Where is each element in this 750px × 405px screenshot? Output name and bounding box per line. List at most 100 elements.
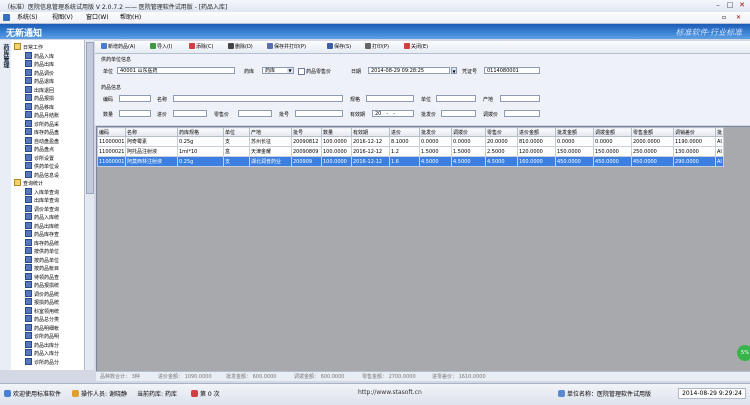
calendar-dropdown-icon[interactable]: ▼ — [451, 67, 457, 74]
tree-item[interactable]: 药品报损 — [25, 94, 54, 102]
tree-item[interactable]: 自动盘盈盘 — [25, 136, 59, 145]
column-header[interactable]: 批 — [715, 127, 724, 137]
table-cell[interactable]: 100.0000 — [321, 156, 352, 167]
column-header[interactable]: 名称 — [125, 127, 178, 137]
toolbar-button-5[interactable]: 保存(S) — [327, 43, 351, 51]
tree-item[interactable]: 科室领用统 — [25, 306, 59, 315]
tree-item[interactable]: 药品出库分 — [25, 340, 59, 349]
qty-field[interactable] — [119, 110, 151, 117]
tree-item[interactable]: 药品退库 — [25, 77, 54, 85]
table-cell[interactable]: 20090812 — [291, 136, 322, 147]
column-header[interactable]: 产地 — [249, 127, 292, 137]
column-header[interactable]: 批发金额 — [555, 127, 594, 137]
tree-item[interactable]: 诊所设置 — [25, 153, 54, 162]
tree-item[interactable]: 按药品单位 — [25, 255, 59, 264]
tree-item[interactable]: 待领药品查 — [25, 272, 59, 281]
tree-scrollbar[interactable] — [84, 40, 94, 370]
tree-item[interactable]: 调价药品统 — [25, 289, 59, 298]
table-cell[interactable]: 810.0000 — [517, 136, 556, 147]
tree-folder[interactable]: 日常工作 — [14, 43, 43, 51]
tree-item[interactable]: 诊所药品分 — [25, 357, 59, 366]
tree-item[interactable]: 药品总分类 — [25, 315, 59, 323]
table-cell[interactable]: 1.2 — [389, 146, 420, 157]
column-header[interactable]: 有效期 — [351, 127, 390, 137]
tree-item[interactable]: 调价单查询 — [25, 204, 59, 213]
table-cell[interactable]: 0.0000 — [451, 136, 486, 147]
table-row[interactable]: 11000001 阿莫西林注射液 0.25g 支湖北润普药业 200909 100.000… — [97, 156, 724, 167]
tree-item[interactable]: 入库单查询 — [25, 187, 59, 196]
table-cell[interactable]: 1ml*10 — [177, 146, 224, 157]
tree-item[interactable]: 库存药品盘 — [25, 128, 59, 136]
tree-item[interactable]: 报损药品统 — [25, 298, 59, 306]
table-cell[interactable]: 100.0000 — [321, 146, 352, 157]
toolbar-button-0[interactable]: 新增药品(A) — [101, 43, 135, 51]
table-cell[interactable]: 支 — [223, 156, 250, 167]
voucher-field[interactable]: 0114080001 — [484, 67, 540, 74]
tree-item[interactable]: 诊所药品采 — [25, 119, 59, 128]
close-child-button[interactable]: ✕ — [736, 13, 741, 22]
tree-item[interactable]: 药品盘点 — [25, 145, 54, 153]
tree-folder[interactable]: 查询统计 — [14, 179, 43, 187]
status-url[interactable]: http://www.stasoft.cn — [358, 389, 422, 396]
transfer-field[interactable] — [504, 110, 540, 117]
tree-item[interactable]: 出库单查询 — [25, 196, 59, 204]
table-cell[interactable]: 阿奇霉素 — [125, 136, 178, 147]
table-cell[interactable]: 阿莫西林注射液 — [125, 156, 178, 167]
table-cell[interactable]: 2.5000 — [485, 146, 518, 157]
batch-field[interactable] — [295, 110, 343, 117]
drug-unit-field[interactable] — [436, 95, 476, 102]
table-cell[interactable]: 盒 — [223, 146, 250, 157]
minimize-button[interactable]: – — [712, 1, 724, 10]
retail-price-field[interactable] — [238, 110, 272, 117]
tree-item[interactable]: 供药单位设 — [25, 162, 59, 170]
table-cell[interactable]: 11000001 — [97, 156, 126, 167]
menu-view[interactable]: 视图(V) — [52, 13, 73, 22]
table-cell[interactable]: 11000021 — [97, 146, 126, 157]
table-cell[interactable]: 250.0000 — [631, 146, 674, 157]
column-header[interactable]: 药库规格 — [177, 127, 224, 137]
column-header[interactable]: 单位 — [223, 127, 250, 137]
column-header[interactable]: 调拨金额 — [593, 127, 632, 137]
table-cell[interactable]: 阿托品注射液 — [125, 146, 178, 157]
date-field[interactable]: 2014-08-29 09:28:25 — [368, 67, 450, 74]
tree-item[interactable]: 药品信息设 — [25, 170, 59, 179]
table-cell[interactable]: 0.25g — [177, 156, 224, 167]
supplier-unit-field[interactable]: 40001 山东医药 — [117, 67, 235, 74]
tree-item[interactable]: 药品移库 — [25, 102, 54, 111]
table-cell[interactable]: 4.5000 — [419, 156, 452, 167]
table-cell[interactable]: 120.0000 — [517, 146, 556, 157]
menu-window[interactable]: 窗口(W) — [86, 13, 109, 22]
column-header[interactable]: 零售金额 — [631, 127, 674, 137]
table-cell[interactable]: 450.0000 — [631, 156, 674, 167]
toolbar-button-1[interactable]: 导入(I) — [150, 43, 172, 51]
tree-item[interactable]: 药品月结账 — [25, 111, 59, 119]
wholesale-field[interactable] — [441, 110, 476, 117]
table-cell[interactable]: 支 — [223, 136, 250, 147]
table-cell[interactable]: 2016-12-12 — [351, 136, 390, 147]
tree-item[interactable]: 出库退回 — [25, 85, 54, 94]
toolbar-button-2[interactable]: 添除(C) — [189, 43, 213, 51]
table-cell[interactable]: 160.0000 — [517, 156, 556, 167]
column-header[interactable]: 批号 — [291, 127, 322, 137]
table-cell[interactable]: 1190.0000 — [673, 136, 716, 147]
table-cell[interactable]: 0.0000 — [419, 136, 452, 147]
tree-item[interactable]: 药品报损统 — [25, 281, 59, 289]
table-cell[interactable]: 2000.0000 — [631, 136, 674, 147]
close-window-button[interactable]: ✕ — [736, 1, 748, 10]
tree-item[interactable]: 诊所药品明 — [25, 332, 59, 340]
table-cell[interactable]: 4.5000 — [451, 156, 486, 167]
maximize-button[interactable]: □ — [724, 1, 736, 10]
column-header[interactable]: 进价金额 — [517, 127, 556, 137]
retail-price-checkbox[interactable] — [298, 68, 305, 75]
table-cell[interactable]: 20090809 — [291, 146, 322, 157]
table-cell[interactable]: 150.0000 — [555, 146, 594, 157]
in-price-field[interactable] — [173, 110, 207, 117]
table-cell[interactable]: 100.0000 — [321, 136, 352, 147]
tree-item[interactable]: 药品明细帐 — [25, 323, 59, 332]
tree-item[interactable]: 药品出库统 — [25, 221, 59, 230]
table-cell[interactable]: 2016-12-12 — [351, 156, 390, 167]
column-header[interactable]: 调拨价 — [451, 127, 486, 137]
table-cell[interactable]: 450.0000 — [555, 156, 594, 167]
table-cell[interactable]: 1.6 — [389, 156, 420, 167]
spec-field[interactable] — [366, 95, 414, 102]
